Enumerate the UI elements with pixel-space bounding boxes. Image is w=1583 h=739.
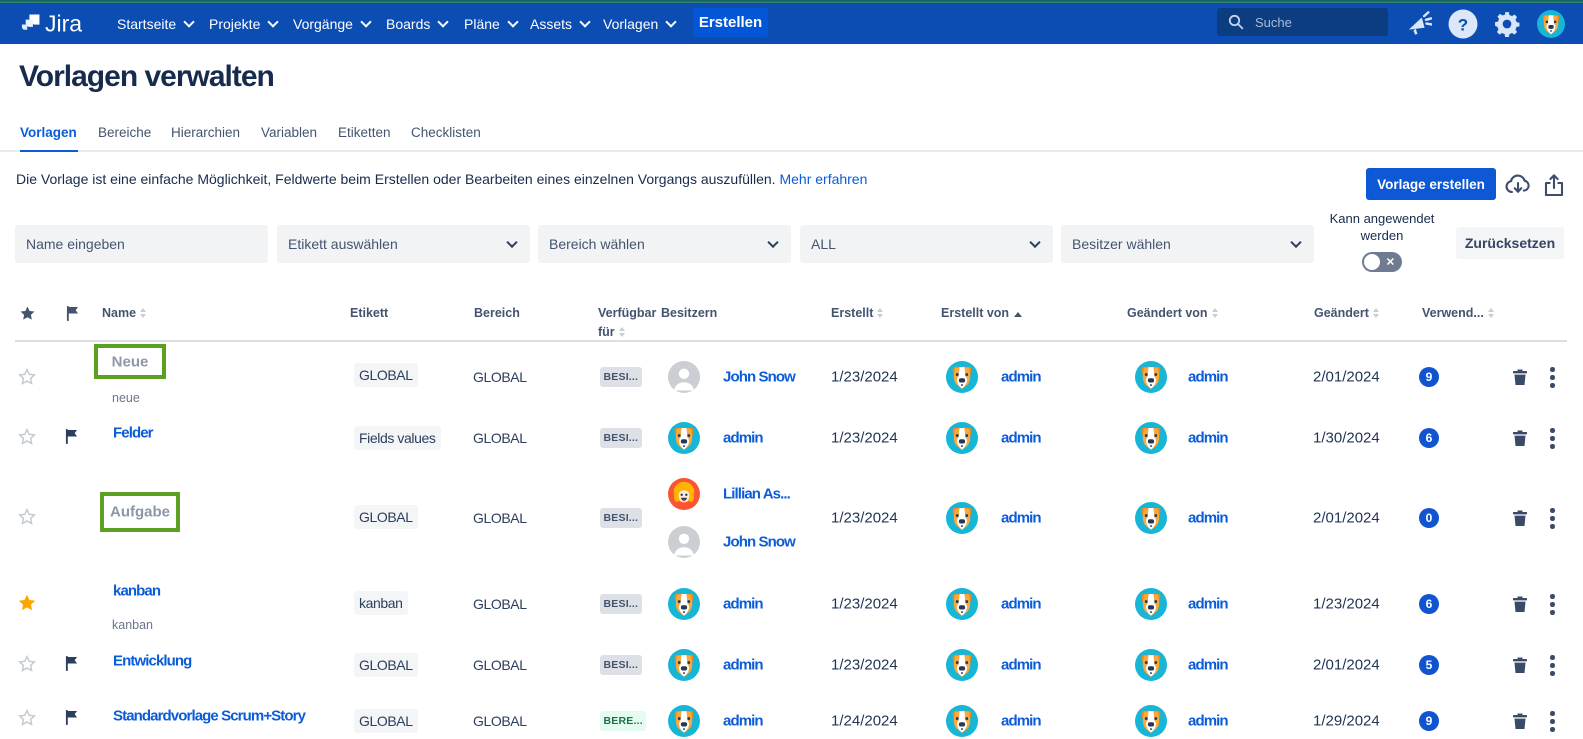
svg-text:?: ?: [1458, 15, 1468, 34]
